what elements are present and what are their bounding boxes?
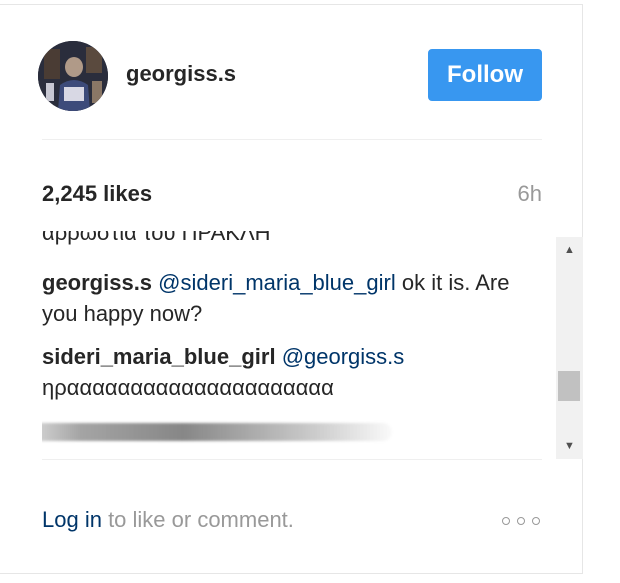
more-dot [502,517,510,525]
comment-item: sideri_maria_blue_girl @georgiss.s ηρααα… [42,341,547,403]
more-dot [532,517,540,525]
username-link[interactable]: georgiss.s [126,61,236,87]
more-options-icon[interactable] [500,513,544,531]
post-card: georgiss.s Follow 2,245 likes 6h αρρωστι… [0,4,583,574]
avatar[interactable] [38,41,108,111]
scroll-down-arrow-icon[interactable]: ▼ [556,433,583,459]
comment-partial: αρρωστια του ΠΡΑΚΛΗ [42,231,271,245]
header-divider [42,139,542,140]
comment-item: georgiss.s @sideri_maria_blue_girl ok it… [42,267,547,329]
login-link[interactable]: Log in [42,507,102,532]
more-dot [517,517,525,525]
comments-list: αρρωστια του ΠΡΑΚΛΗ georgiss.s @sideri_m… [42,231,550,463]
comment-mention[interactable]: @sideri_maria_blue_girl [158,270,396,295]
login-prompt-text: to like or comment. [101,507,294,532]
blurred-comment [42,423,392,441]
post-footer: Log in to like or comment. [42,507,294,533]
likes-count[interactable]: 2,245 likes [42,181,152,207]
comments-divider [42,459,542,460]
scroll-up-arrow-icon[interactable]: ▲ [556,237,583,263]
comment-text: ηρααααααααααααααααααααα [42,375,334,400]
avatar-photo-icon [38,41,108,111]
post-timestamp[interactable]: 6h [500,181,542,207]
scroll-thumb[interactable] [558,371,580,401]
comment-author[interactable]: georgiss.s [42,270,152,295]
comment-mention[interactable]: @georgiss.s [282,344,405,369]
follow-button[interactable]: Follow [428,49,542,101]
post-header: georgiss.s Follow [36,41,542,113]
comments-scrollbar[interactable]: ▲ ▼ [556,237,583,459]
comment-author[interactable]: sideri_maria_blue_girl [42,344,276,369]
